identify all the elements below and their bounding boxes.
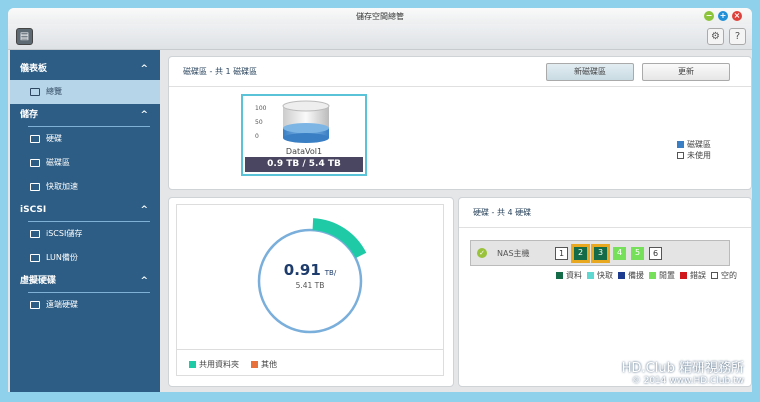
item-label: LUN備份 xyxy=(46,253,78,262)
backup-icon xyxy=(30,254,40,262)
help-icon[interactable]: ? xyxy=(729,28,746,45)
storage-manager-window: 儲存空間總管 − + × ▤ ⚙ ? 儀表板 ^ 總覽 儲存 ^ 硬碟 磁碟區 快取… xyxy=(8,8,752,392)
chevron-up-icon[interactable]: ^ xyxy=(140,199,148,221)
legend-disk-state: 空的 xyxy=(711,270,737,281)
volumes-panel: 磁碟區 - 共 1 磁碟區 新磁碟區 更新 100 50 0 DataVol1 … xyxy=(168,56,752,190)
minimize-icon[interactable]: − xyxy=(704,11,714,21)
volume-cylinder-icon xyxy=(282,100,330,143)
section-label: 儀表板 xyxy=(20,64,48,74)
used-value: 0.91 TB/ xyxy=(284,261,337,279)
legend-disk-state: 資料 xyxy=(556,270,582,281)
sidebar-item-iscsi-storage[interactable]: iSCSI儲存 xyxy=(10,222,160,246)
scale-label: 0 xyxy=(255,133,259,140)
check-icon: ✓ xyxy=(477,248,487,258)
scale-label: 100 xyxy=(255,105,267,112)
sidebar-item-overview[interactable]: 總覽 xyxy=(10,80,160,104)
disk-slot-3[interactable]: 3 xyxy=(591,243,610,263)
title-bar: 儲存空間總管 xyxy=(8,8,752,24)
refresh-button[interactable]: 更新 xyxy=(642,63,730,81)
legend-volume: 磁碟區 xyxy=(677,139,711,150)
close-icon[interactable]: × xyxy=(732,11,742,21)
scale-label: 50 xyxy=(255,119,263,126)
disk-slot-5[interactable]: 5 xyxy=(631,246,644,260)
sidebar-item-volumes[interactable]: 磁碟區 xyxy=(10,151,160,175)
sidebar-section-storage[interactable]: 儲存 ^ xyxy=(10,104,160,126)
toggle-sidebar-icon[interactable]: ▤ xyxy=(16,28,33,45)
item-label: 總覽 xyxy=(46,87,62,96)
chevron-up-icon[interactable]: ^ xyxy=(140,270,148,292)
item-label: 快取加速 xyxy=(46,182,78,191)
disks-header: 硬碟 - 共 4 硬碟 xyxy=(459,198,751,228)
nas-host-row: ✓ NAS主機 123456 xyxy=(470,240,730,266)
maximize-icon[interactable]: + xyxy=(718,11,728,21)
legend-disk-state: 閒置 xyxy=(649,270,675,281)
host-label: NAS主機 xyxy=(497,248,530,258)
remote-disk-icon xyxy=(30,301,40,309)
window-title: 儲存空間總管 xyxy=(356,12,404,21)
volume-usage: 0.9 TB / 5.4 TB xyxy=(245,157,363,172)
chevron-up-icon[interactable]: ^ xyxy=(140,58,148,80)
sidebar-section-dashboard[interactable]: 儀表板 ^ xyxy=(10,58,160,80)
toolbar: ▤ ⚙ ? xyxy=(8,24,752,50)
section-label: 虛擬硬碟 xyxy=(20,276,57,286)
disk-slot-4[interactable]: 4 xyxy=(613,246,626,260)
sidebar-section-virtual-disk[interactable]: 虛擬硬碟 ^ xyxy=(10,270,160,292)
legend-unused: 未使用 xyxy=(677,150,711,161)
legend-other: 其他 xyxy=(251,359,277,370)
sidebar-item-remote-disk[interactable]: 遠端硬碟 xyxy=(10,293,160,317)
legend-disk-state: 快取 xyxy=(587,270,613,281)
item-label: 遠端硬碟 xyxy=(46,300,78,309)
volume-card[interactable]: 100 50 0 DataVol1 0.9 TB / 5.4 TB xyxy=(241,94,367,176)
usage-panel: 0.91 TB/ 5.41 TB 共用資料夾 其他 xyxy=(168,197,454,387)
gear-icon[interactable]: ⚙ xyxy=(707,28,724,45)
chevron-up-icon[interactable]: ^ xyxy=(140,104,148,126)
overview-icon xyxy=(30,88,40,96)
disk-slot-6[interactable]: 6 xyxy=(649,246,662,260)
sidebar: 儀表板 ^ 總覽 儲存 ^ 硬碟 磁碟區 快取加速 iSCSI ^ iSCSI儲存 L… xyxy=(10,50,160,392)
legend-disk-state: 錯誤 xyxy=(680,270,706,281)
legend-disk-state: 備援 xyxy=(618,270,644,281)
shared-folder-usage-arc xyxy=(312,218,367,259)
volume-icon xyxy=(30,159,40,167)
item-label: 磁碟區 xyxy=(46,158,70,167)
disk-icon xyxy=(30,135,40,143)
disk-slot-1[interactable]: 1 xyxy=(555,246,568,260)
item-label: iSCSI儲存 xyxy=(46,229,83,238)
new-volume-button[interactable]: 新磁碟區 xyxy=(546,63,634,81)
section-label: 儲存 xyxy=(20,110,39,120)
legend-shared-folder: 共用資料夾 xyxy=(189,359,239,370)
volume-name: DataVol1 xyxy=(285,147,323,156)
total-value: 5.41 TB xyxy=(296,281,325,290)
sidebar-item-lun-backup[interactable]: LUN備份 xyxy=(10,246,160,270)
disk-slot-2[interactable]: 2 xyxy=(571,243,590,263)
sidebar-item-cache[interactable]: 快取加速 xyxy=(10,175,160,199)
item-label: 硬碟 xyxy=(46,134,62,143)
sidebar-item-disks[interactable]: 硬碟 xyxy=(10,127,160,151)
usage-ring-chart: 0.91 TB/ 5.41 TB xyxy=(257,218,367,334)
section-label: iSCSI xyxy=(20,205,47,215)
watermark: HD.Club 精研視務所 © 2014 www.HD.Club.tw xyxy=(621,361,744,386)
iscsi-icon xyxy=(30,230,40,238)
sidebar-section-iscsi[interactable]: iSCSI ^ xyxy=(10,199,160,221)
cache-icon xyxy=(30,183,40,191)
